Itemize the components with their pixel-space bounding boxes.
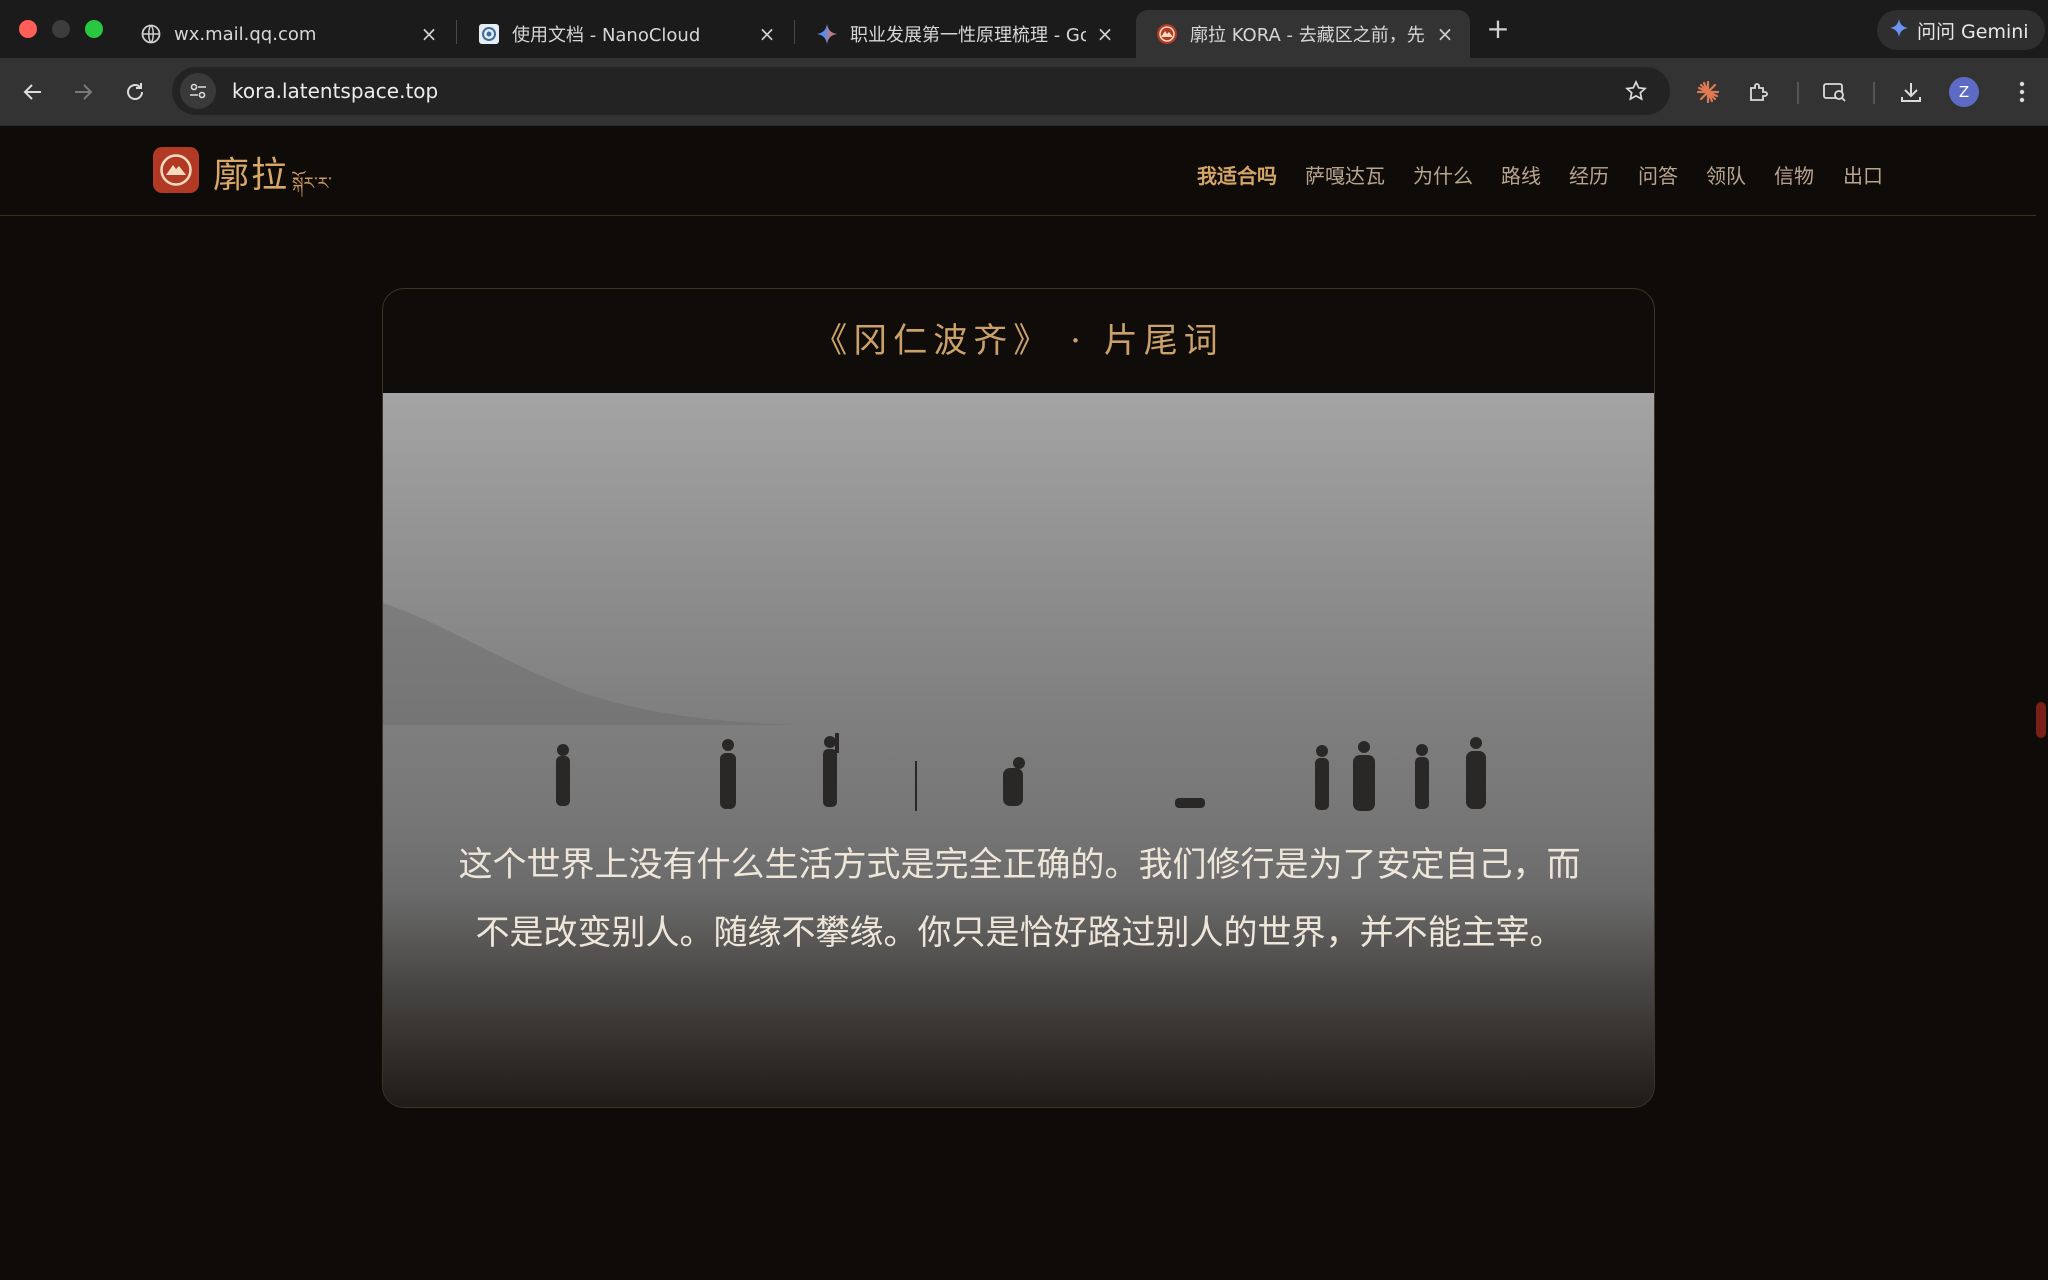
- scrollbar-thumb[interactable]: [2036, 702, 2046, 738]
- nav-item-suitability[interactable]: 我适合吗: [1197, 160, 1277, 189]
- new-tab-button[interactable]: +: [1482, 14, 1514, 46]
- kora-logo-icon[interactable]: [153, 147, 199, 193]
- close-window-button[interactable]: [19, 20, 37, 38]
- nav-item-why[interactable]: 为什么: [1413, 160, 1473, 189]
- bookmark-star-icon[interactable]: [1616, 71, 1656, 111]
- tab-close-icon[interactable]: ×: [756, 22, 778, 46]
- tab-divider: [456, 20, 457, 44]
- nanocloud-icon: [478, 23, 500, 45]
- tab-title: 廓拉 KORA - 去藏区之前，先学: [1190, 25, 1426, 46]
- nav-item-route[interactable]: 路线: [1501, 160, 1541, 189]
- menu-kebab-icon[interactable]: [2002, 72, 2042, 112]
- tab-close-icon[interactable]: ×: [1434, 22, 1456, 46]
- reload-icon: [127, 83, 143, 100]
- gemini-button[interactable]: 问问 Gemini: [1877, 10, 2045, 50]
- quote-text: 这个世界上没有什么生活方式是完全正确的。我们修行是为了安定自己，而不是改变别人。…: [458, 845, 1581, 953]
- address-bar[interactable]: kora.latentspace.top: [172, 67, 1670, 115]
- pilgrims-silhouettes: [383, 603, 1486, 811]
- tab-search-icon[interactable]: [1815, 72, 1855, 112]
- kora-icon: [1156, 23, 1178, 45]
- downloads-icon[interactable]: [1891, 72, 1931, 112]
- quote-card: 《冈仁波齐》 · 片尾词 这个世界上没有什么生活方式是完全正确的。我们修行是为了…: [382, 288, 1655, 1108]
- gemini-sparkle-icon: [1889, 18, 1909, 43]
- tab-title: wx.mail.qq.com: [174, 23, 317, 45]
- pilgrims-photo: 这个世界上没有什么生活方式是完全正确的。我们修行是为了安定自己，而不是改变别人。…: [383, 393, 1654, 1107]
- browser-toolbar: kora.latentspace.top: [0, 58, 2048, 126]
- site-logo-subtext: སྐོར་ར་: [292, 174, 332, 194]
- tab-title: 使用文档 - NanoCloud: [512, 25, 701, 46]
- maximize-window-button[interactable]: [85, 20, 103, 38]
- nav-item-faq[interactable]: 问答: [1638, 160, 1678, 189]
- profile-avatar[interactable]: Z: [1949, 77, 1979, 107]
- tab-divider: [794, 20, 795, 44]
- tab-strip: wx.mail.qq.com × 使用文档 - NanoCloud × 职业发展…: [0, 0, 2048, 58]
- arrow-left-icon: [23, 84, 41, 100]
- gemini-sparkle-icon: [816, 23, 838, 45]
- web-page: 廓拉 སྐོར་ར་ 我适合吗 萨嘎达瓦 为什么 路线 经历 问答 领队 信物 …: [0, 126, 2048, 1280]
- toolbar-divider: [1797, 82, 1799, 104]
- gemini-button-label: 问问 Gemini: [1917, 20, 2029, 43]
- card-title: 《冈仁波齐》 · 片尾词: [813, 321, 1224, 361]
- extension-claude-icon[interactable]: [1688, 72, 1728, 112]
- globe-icon: [140, 23, 162, 45]
- tab-gemini-doc[interactable]: 职业发展第一性原理梳理 - Goo ×: [796, 10, 1130, 58]
- back-button[interactable]: [13, 72, 53, 112]
- minimize-window-button[interactable]: [52, 20, 70, 38]
- nav-item-guide[interactable]: 领队: [1706, 160, 1746, 189]
- site-logo-text[interactable]: 廓拉: [213, 146, 289, 198]
- tab-nanocloud[interactable]: 使用文档 - NanoCloud ×: [458, 10, 792, 58]
- tab-close-icon[interactable]: ×: [1094, 22, 1116, 46]
- site-settings-icon[interactable]: [180, 73, 216, 109]
- nav-item-saga-dawa[interactable]: 萨嘎达瓦: [1305, 160, 1385, 189]
- toolbar-divider: [1873, 82, 1875, 104]
- arrow-right-icon: [75, 84, 93, 100]
- forward-button[interactable]: [63, 72, 103, 112]
- tab-wx-mail[interactable]: wx.mail.qq.com ×: [120, 10, 454, 58]
- extensions-puzzle-icon[interactable]: [1739, 72, 1779, 112]
- tab-close-icon[interactable]: ×: [418, 22, 440, 46]
- url-text[interactable]: kora.latentspace.top: [232, 79, 1616, 103]
- nav-item-exit[interactable]: 出口: [1843, 160, 1883, 189]
- site-header: 廓拉 སྐོར་ར་ 我适合吗 萨嘎达瓦 为什么 路线 经历 问答 领队 信物 …: [0, 126, 2036, 216]
- tab-title: 职业发展第一性原理梳理 - Goo: [850, 25, 1086, 46]
- tab-kora[interactable]: 廓拉 KORA - 去藏区之前，先学 ×: [1136, 10, 1470, 58]
- reload-button[interactable]: [115, 72, 155, 112]
- nav-item-token[interactable]: 信物: [1774, 160, 1814, 189]
- nav-item-experience[interactable]: 经历: [1569, 160, 1609, 189]
